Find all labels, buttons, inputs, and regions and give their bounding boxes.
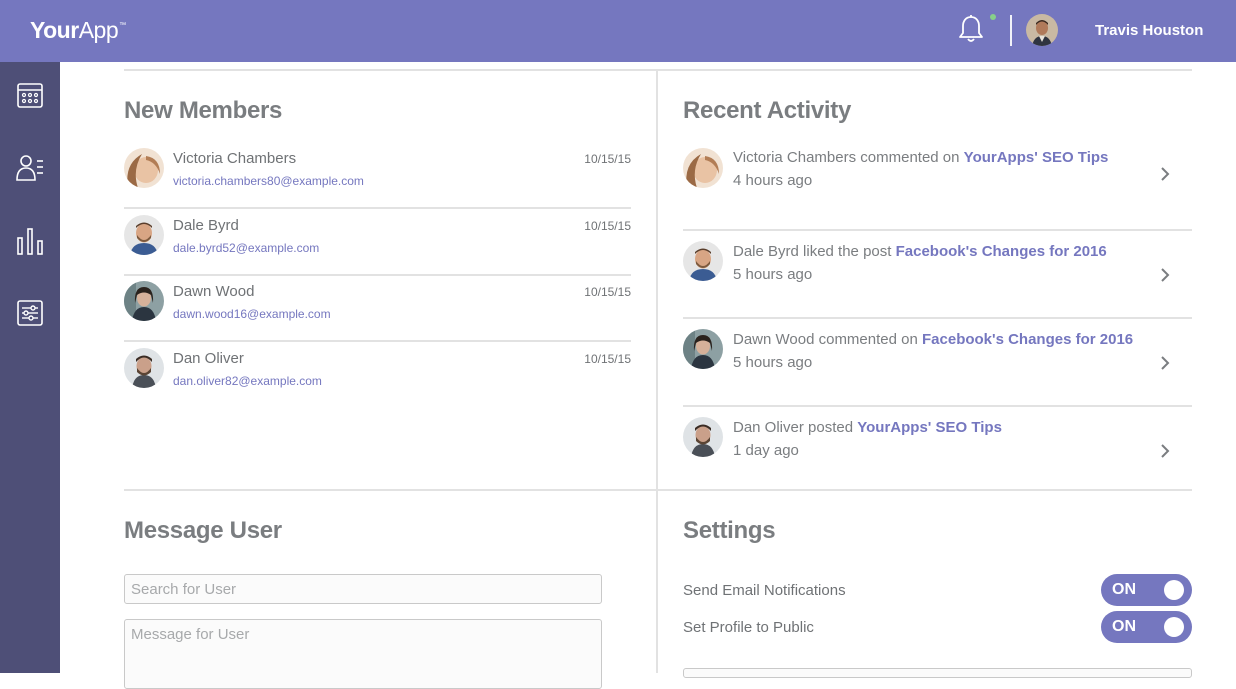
member-date: 10/15/15 (584, 352, 631, 366)
member-name: Dawn Wood (173, 283, 255, 300)
activity-time: 4 hours ago (733, 172, 813, 189)
member-date: 10/15/15 (584, 285, 631, 299)
user-list-icon[interactable] (15, 152, 45, 182)
activity-description: Dawn Wood commented on (733, 331, 922, 348)
member-avatar (124, 215, 164, 255)
member-row[interactable]: Dawn Wood dawn.wood16@example.com 10/15/… (124, 276, 631, 342)
member-email[interactable]: dawn.wood16@example.com (173, 307, 331, 321)
chevron-right-icon[interactable] (1158, 442, 1172, 460)
row-separator (124, 207, 631, 209)
activity-item[interactable]: Dawn Wood commented on Facebook's Change… (683, 319, 1192, 407)
activity-description: Dan Oliver posted (733, 419, 858, 436)
message-textarea[interactable] (124, 619, 602, 689)
activity-post-link[interactable]: YourApps' SEO Tips (964, 149, 1109, 166)
toggle-knob (1164, 580, 1184, 600)
activity-time: 1 day ago (733, 442, 799, 459)
column-divider (656, 69, 658, 673)
activity-post-link[interactable]: Facebook's Changes for 2016 (922, 331, 1133, 348)
activity-description: Dale Byrd liked the post (733, 243, 896, 260)
logo-bold-text: Your (30, 17, 79, 43)
message-user-title: Message User (124, 517, 282, 544)
settings-sliders-icon[interactable] (15, 298, 45, 328)
activity-avatar (683, 329, 723, 369)
email-notifications-label: Send Email Notifications (683, 582, 846, 599)
public-profile-label: Set Profile to Public (683, 619, 814, 636)
activity-item[interactable]: Dale Byrd liked the post Facebook's Chan… (683, 231, 1192, 319)
activity-text: Dale Byrd liked the post Facebook's Chan… (733, 243, 1107, 260)
public-profile-toggle[interactable]: ON (1101, 611, 1192, 643)
activity-avatar (683, 148, 723, 188)
app-logo[interactable]: YourApp™ (30, 17, 126, 44)
logo-trademark: ™ (119, 22, 126, 29)
settings-field[interactable] (683, 668, 1192, 678)
user-name[interactable]: Travis Houston (1095, 22, 1203, 39)
member-date: 10/15/15 (584, 152, 631, 166)
activity-avatar (683, 417, 723, 457)
row-divider (124, 489, 1192, 491)
activity-time: 5 hours ago (733, 266, 813, 283)
chevron-right-icon[interactable] (1158, 165, 1172, 183)
sidebar (0, 62, 60, 673)
email-notifications-toggle[interactable]: ON (1101, 574, 1192, 606)
member-name: Dan Oliver (173, 350, 244, 367)
activity-item[interactable]: Victoria Chambers commented on YourApps'… (683, 143, 1192, 231)
calendar-icon[interactable] (15, 80, 45, 110)
settings-title: Settings (683, 517, 776, 544)
header-divider (1010, 15, 1012, 46)
top-bar: YourApp™ Travis Houston (0, 0, 1236, 62)
activity-time: 5 hours ago (733, 354, 813, 371)
member-name: Dale Byrd (173, 217, 239, 234)
member-avatar (124, 281, 164, 321)
member-date: 10/15/15 (584, 219, 631, 233)
activity-description: Victoria Chambers commented on (733, 149, 964, 166)
member-avatar (124, 348, 164, 388)
user-avatar[interactable] (1026, 14, 1058, 46)
member-row[interactable]: Dale Byrd dale.byrd52@example.com 10/15/… (124, 210, 631, 276)
activity-text: Dawn Wood commented on Facebook's Change… (733, 331, 1133, 348)
activity-avatar (683, 241, 723, 281)
member-row[interactable]: Victoria Chambers victoria.chambers80@ex… (124, 143, 631, 209)
member-email[interactable]: dan.oliver82@example.com (173, 374, 322, 388)
toggle-knob (1164, 617, 1184, 637)
activity-text: Victoria Chambers commented on YourApps'… (733, 149, 1108, 166)
member-row[interactable]: Dan Oliver dan.oliver82@example.com 10/1… (124, 343, 631, 403)
chevron-right-icon[interactable] (1158, 354, 1172, 372)
activity-text: Dan Oliver posted YourApps' SEO Tips (733, 419, 1002, 436)
toggle-state: ON (1112, 618, 1136, 635)
notification-dot (990, 14, 996, 20)
bar-chart-icon[interactable] (15, 226, 45, 256)
recent-activity-title: Recent Activity (683, 97, 852, 124)
member-email[interactable]: victoria.chambers80@example.com (173, 174, 364, 188)
chevron-right-icon[interactable] (1158, 266, 1172, 284)
activity-post-link[interactable]: YourApps' SEO Tips (857, 419, 1002, 436)
activity-post-link[interactable]: Facebook's Changes for 2016 (896, 243, 1107, 260)
search-user-input[interactable] (124, 574, 602, 604)
logo-light-text: App (78, 17, 119, 43)
row-separator (124, 340, 631, 342)
bell-icon[interactable] (957, 14, 985, 44)
member-email[interactable]: dale.byrd52@example.com (173, 241, 319, 255)
top-divider (124, 69, 1192, 71)
activity-item[interactable]: Dan Oliver posted YourApps' SEO Tips 1 d… (683, 407, 1192, 487)
toggle-state: ON (1112, 581, 1136, 598)
member-name: Victoria Chambers (173, 150, 297, 167)
member-avatar (124, 148, 164, 188)
new-members-title: New Members (124, 97, 283, 124)
